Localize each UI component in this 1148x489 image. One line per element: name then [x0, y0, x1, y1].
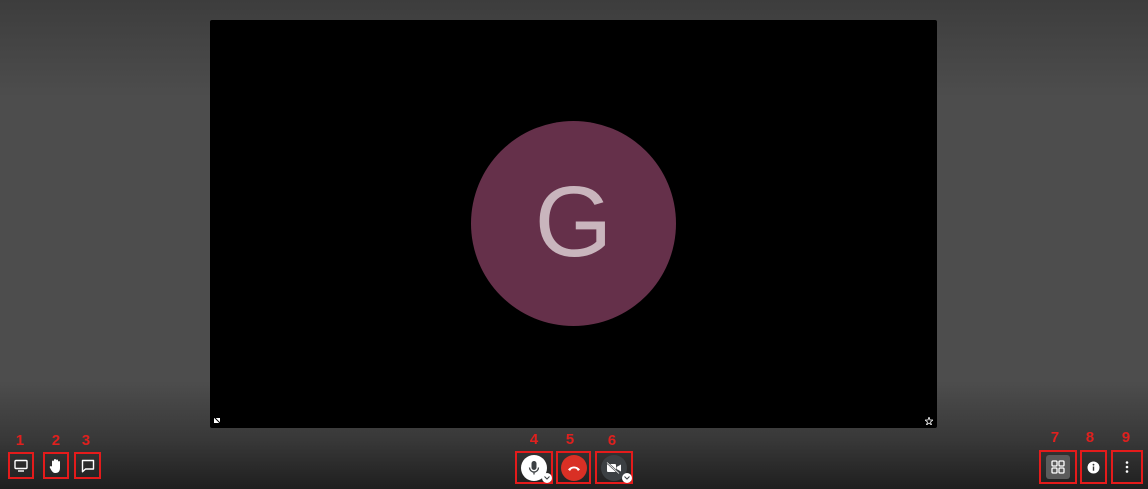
- participant-avatar: G: [471, 121, 676, 326]
- hang-up-icon: [567, 466, 580, 471]
- tile-view-highlight: [1046, 455, 1070, 479]
- info-icon: [1087, 461, 1100, 473]
- camera-off-icon: [606, 461, 621, 474]
- raise-hand-icon: [49, 458, 60, 473]
- info-button[interactable]: [1080, 450, 1107, 484]
- raise-hand-button[interactable]: [43, 452, 69, 479]
- microphone-button[interactable]: [515, 451, 553, 484]
- more-options-icon: [1125, 461, 1129, 473]
- chevron-down-icon[interactable]: [542, 472, 552, 483]
- marker-6: 6: [607, 432, 617, 449]
- camera-button[interactable]: [595, 451, 633, 484]
- marker-1: 1: [15, 432, 25, 449]
- hang-up-button[interactable]: [556, 451, 591, 484]
- chevron-down-icon[interactable]: [622, 472, 632, 483]
- marker-7: 7: [1050, 429, 1060, 446]
- video-stage: G: [210, 20, 937, 428]
- hang-up-circle: [560, 454, 587, 481]
- marker-8: 8: [1085, 429, 1095, 446]
- screen-share-button[interactable]: [8, 452, 34, 479]
- camera-circle: [601, 454, 632, 483]
- chat-button[interactable]: [74, 452, 101, 479]
- marker-4: 4: [529, 431, 539, 448]
- marker-5: 5: [565, 431, 575, 448]
- marker-3: 3: [81, 432, 91, 449]
- tile-view-icon: [1051, 460, 1065, 474]
- tile-view-button[interactable]: [1039, 450, 1077, 484]
- marker-2: 2: [51, 432, 61, 449]
- microphone-icon: [528, 460, 540, 474]
- screen-share-icon: [14, 459, 28, 472]
- more-options-button[interactable]: [1111, 450, 1143, 484]
- pin-icon: [925, 417, 933, 425]
- mic-off-icon: [214, 417, 222, 425]
- marker-9: 9: [1121, 429, 1131, 446]
- participant-initial: G: [534, 165, 613, 278]
- chat-icon: [81, 459, 94, 472]
- microphone-circle: [521, 454, 552, 483]
